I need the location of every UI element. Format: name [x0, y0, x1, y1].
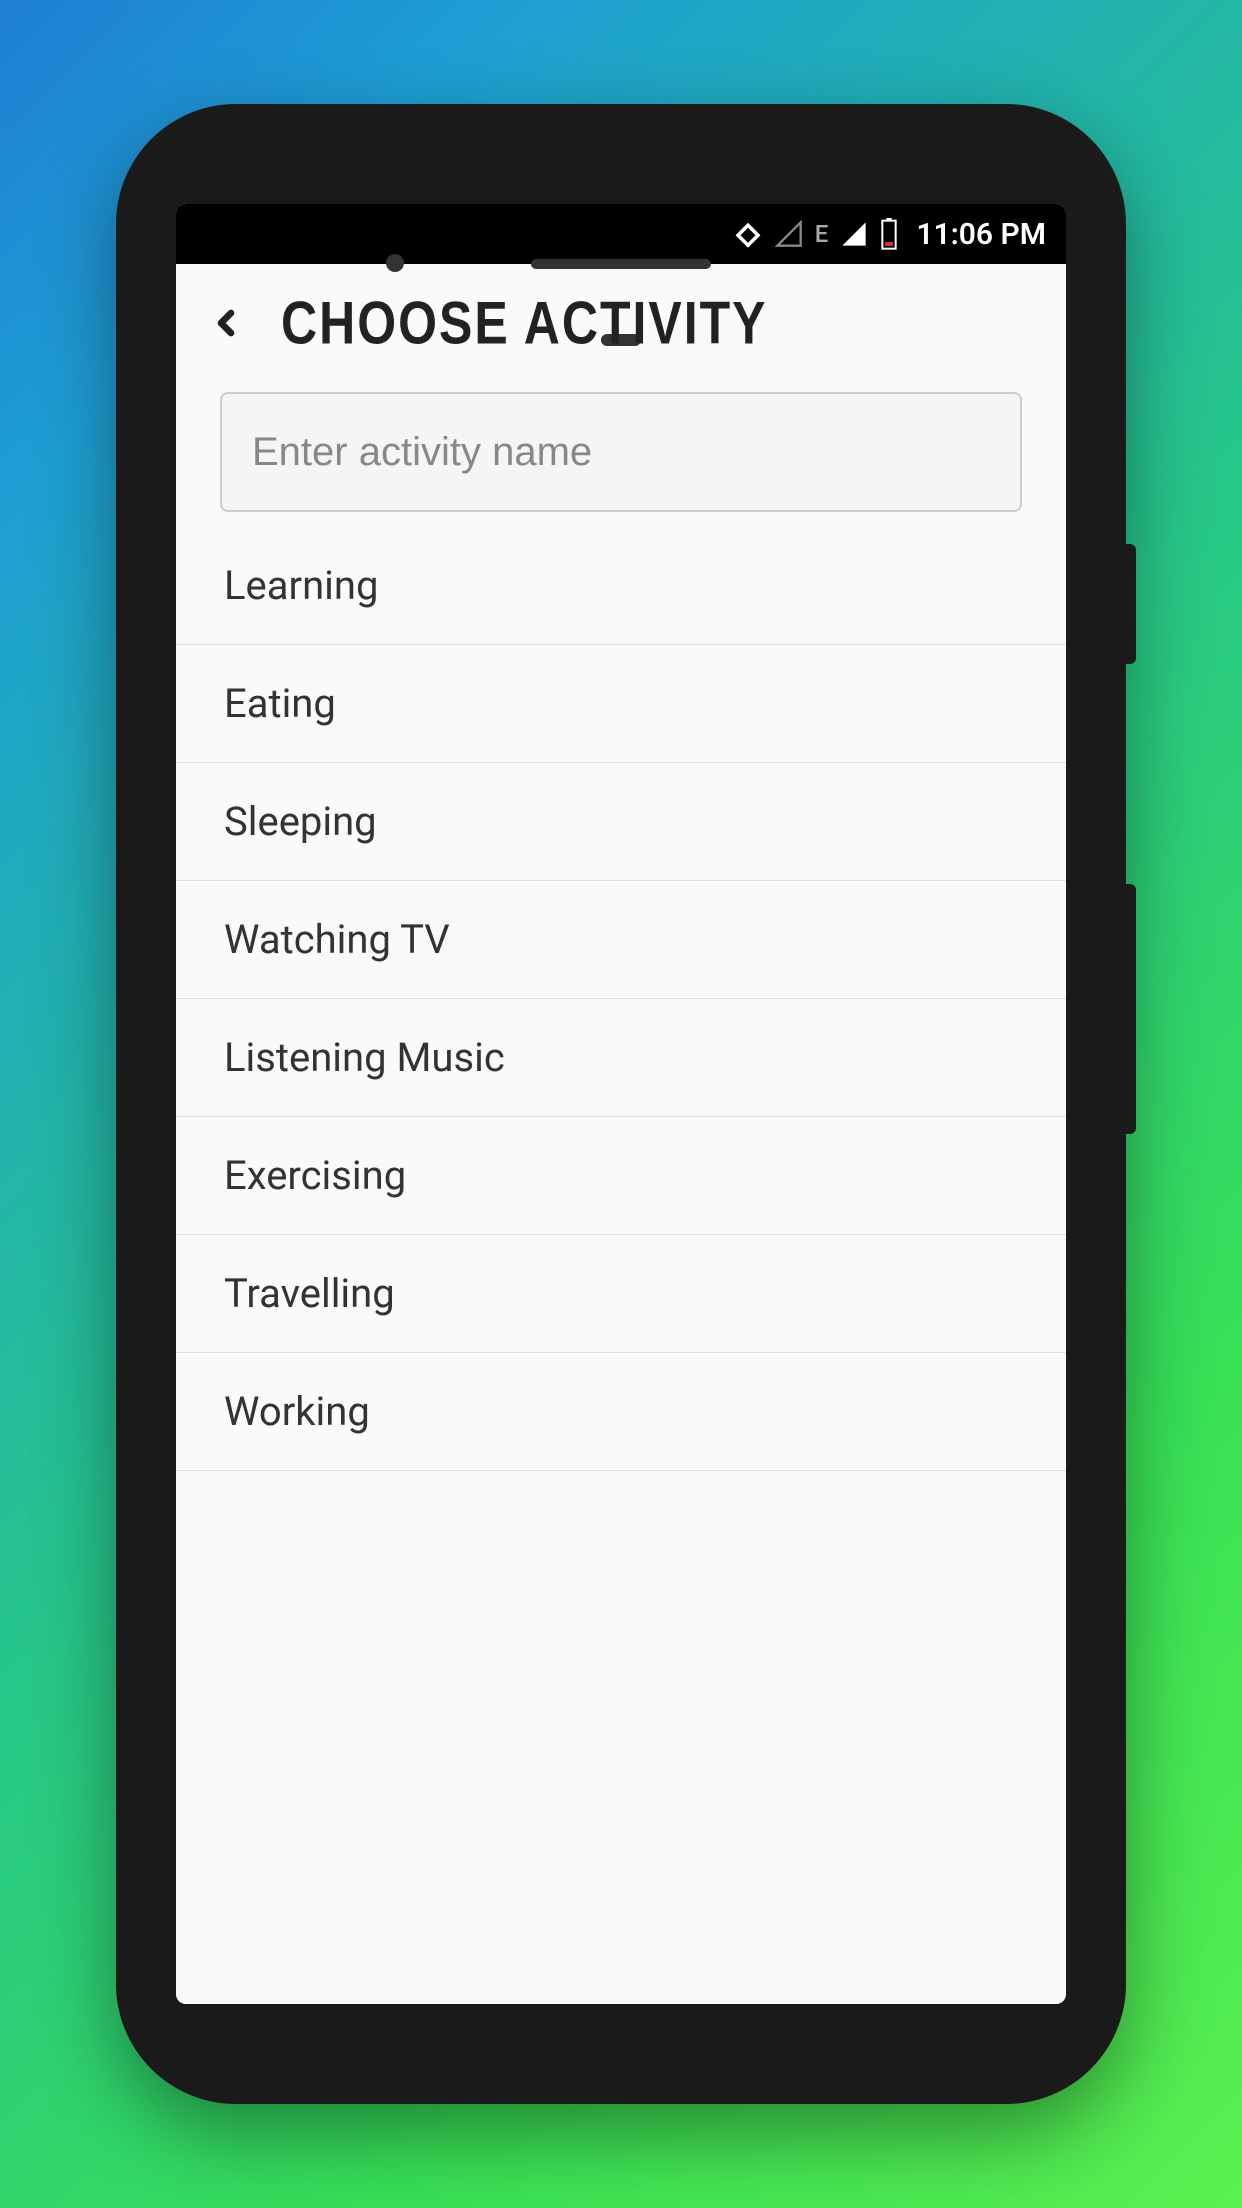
activity-label: Listening Music [224, 1034, 505, 1081]
signal-weak-icon [775, 220, 803, 248]
activity-label: Watching TV [224, 916, 450, 963]
activity-label: Travelling [224, 1270, 395, 1317]
activity-item-listening-music[interactable]: Listening Music [176, 999, 1066, 1117]
header: CHOOSE ACTIVITY [176, 264, 1066, 372]
status-bar: E 11:06 PM [176, 204, 1066, 264]
search-container [176, 372, 1066, 512]
activity-item-working[interactable]: Working [176, 1353, 1066, 1471]
activity-label: Working [224, 1388, 370, 1435]
network-type-icon: E [815, 220, 829, 248]
activity-label: Learning [224, 562, 378, 609]
page-title: CHOOSE ACTIVITY [281, 288, 768, 358]
activity-item-exercising[interactable]: Exercising [176, 1117, 1066, 1235]
battery-low-icon [880, 218, 898, 250]
status-time: 11:06 PM [916, 217, 1046, 252]
activity-label: Eating [224, 680, 336, 727]
activity-label: Exercising [224, 1152, 406, 1199]
app-content: CHOOSE ACTIVITY Learning Eating Sleeping… [176, 264, 1066, 2004]
phone-frame: E 11:06 PM [116, 104, 1126, 2104]
activity-item-learning[interactable]: Learning [176, 527, 1066, 645]
activity-label: Sleeping [224, 798, 377, 845]
back-button[interactable] [206, 303, 246, 343]
activity-item-sleeping[interactable]: Sleeping [176, 763, 1066, 881]
activity-name-input[interactable] [220, 392, 1022, 512]
phone-volume-button [1124, 884, 1136, 1134]
phone-power-button [1124, 544, 1136, 664]
activity-item-watching-tv[interactable]: Watching TV [176, 881, 1066, 999]
wifi-icon [733, 219, 763, 249]
camera-dot [386, 254, 404, 272]
signal-strong-icon [840, 220, 868, 248]
activity-item-travelling[interactable]: Travelling [176, 1235, 1066, 1353]
activity-item-eating[interactable]: Eating [176, 645, 1066, 763]
screen: E 11:06 PM [176, 204, 1066, 2004]
activity-list: Learning Eating Sleeping Watching TV Lis… [176, 527, 1066, 1471]
